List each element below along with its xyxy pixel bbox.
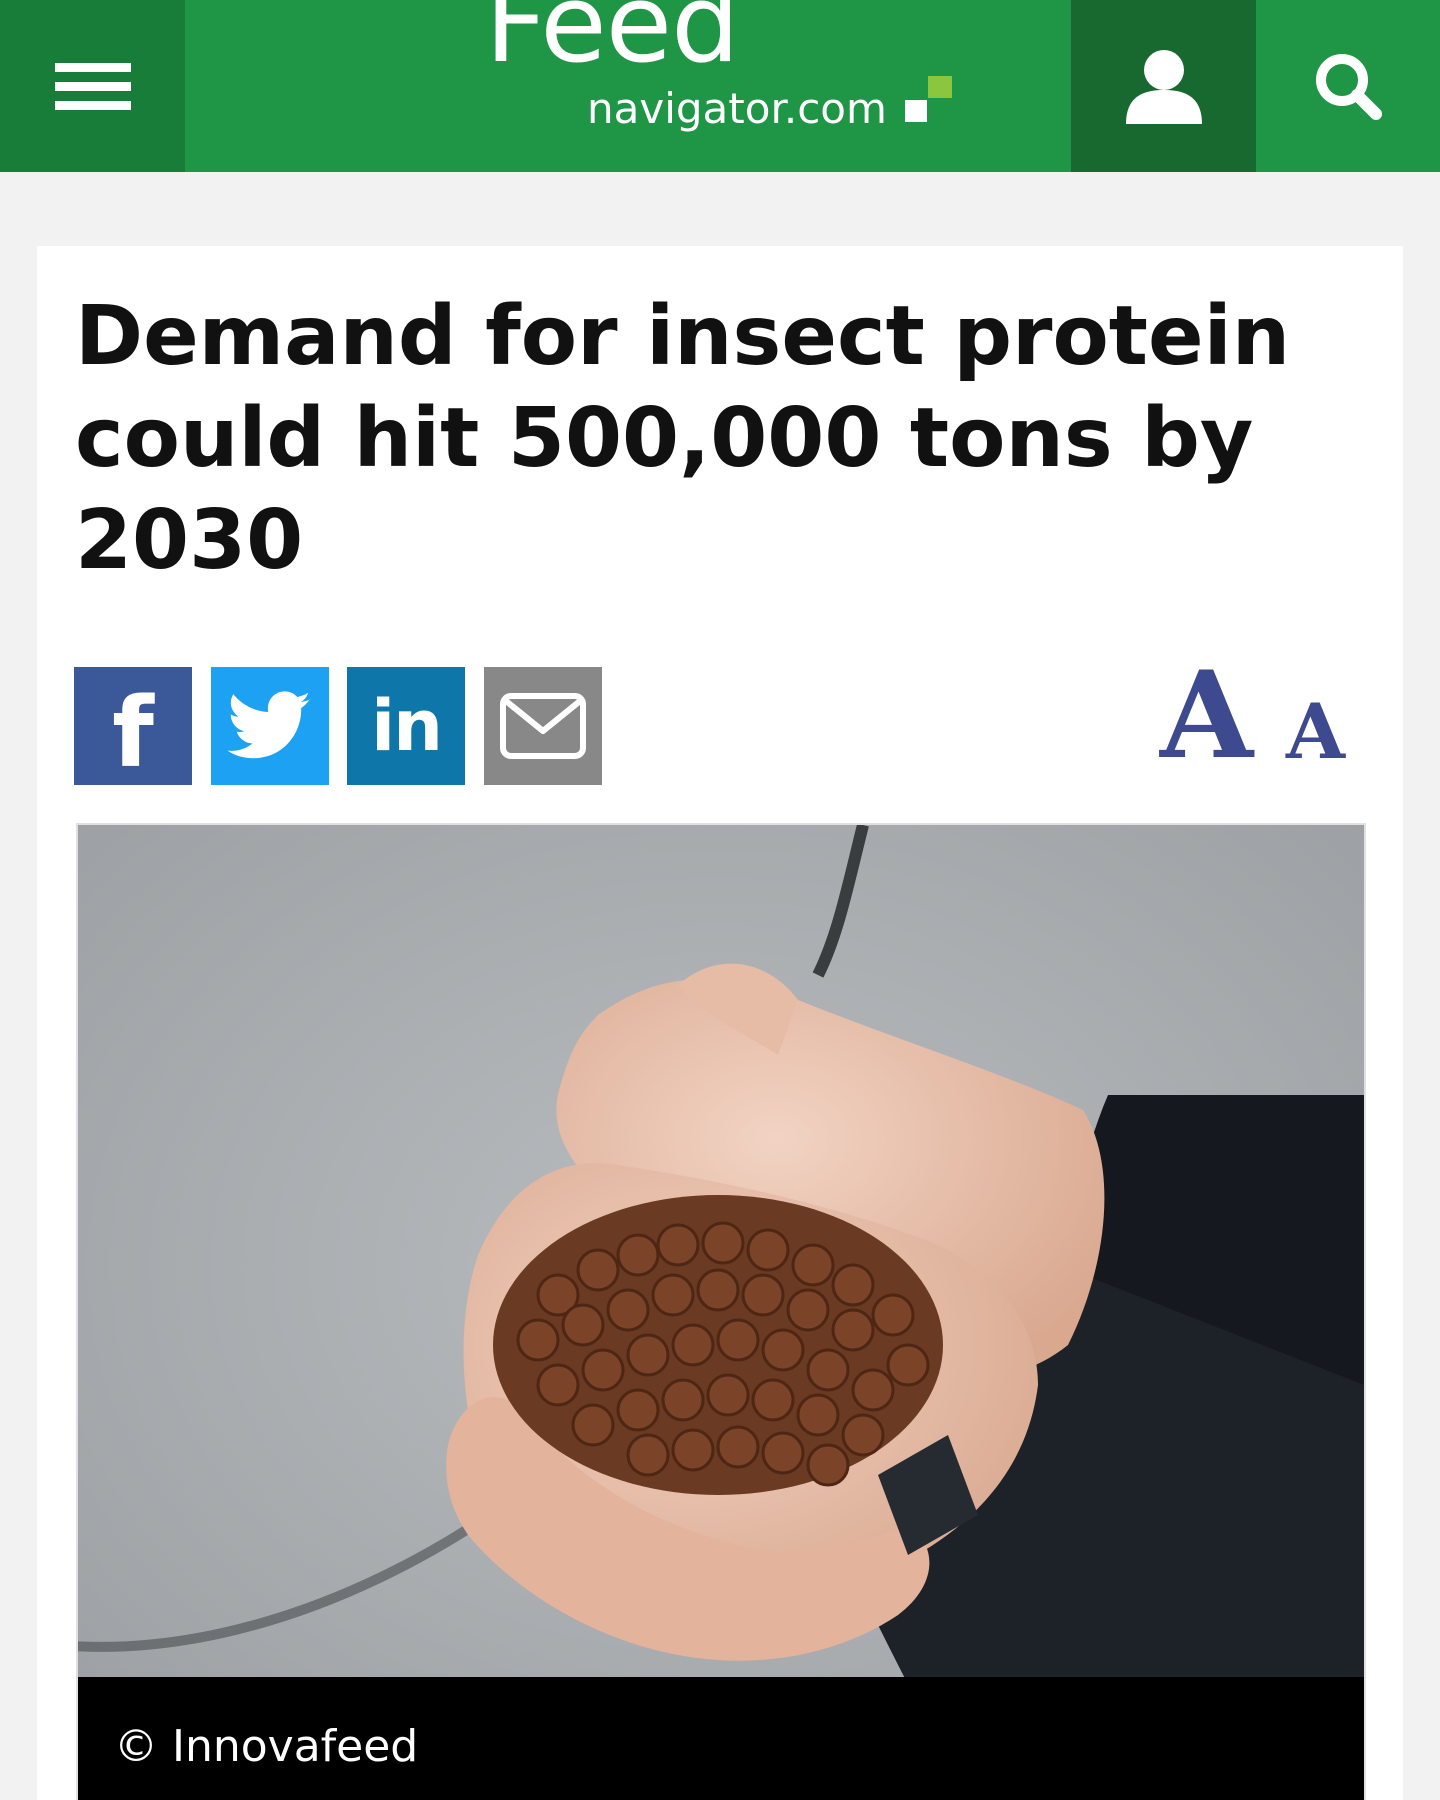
hands-holding-insect-feed-pellets-image bbox=[78, 825, 1364, 1800]
linkedin-icon: in bbox=[371, 685, 443, 767]
menu-button[interactable] bbox=[0, 0, 185, 172]
logo-wordmark-feed: Feed bbox=[485, 0, 740, 87]
increase-font-size-button[interactable]: A bbox=[1160, 656, 1253, 776]
twitter-icon bbox=[228, 691, 311, 759]
site-logo[interactable]: Feed navigator.com bbox=[450, 0, 980, 172]
article-headline: Demand for insect protein could hit 500,… bbox=[75, 289, 1291, 588]
email-icon bbox=[500, 693, 586, 759]
image-credit: © Innovafeed bbox=[114, 1721, 419, 1772]
image-caption: © Innovafeed bbox=[78, 1677, 1364, 1800]
user-icon bbox=[1125, 50, 1202, 124]
search-icon bbox=[1316, 54, 1382, 120]
article-image: © Innovafeed bbox=[76, 823, 1366, 1800]
share-linkedin-button[interactable]: in bbox=[347, 667, 465, 785]
site-header: Feed navigator.com bbox=[0, 0, 1440, 172]
facebook-icon: f bbox=[112, 677, 154, 789]
share-twitter-button[interactable] bbox=[211, 667, 329, 785]
logo-wordmark-domain: navigator.com bbox=[587, 84, 887, 133]
logo-square-white bbox=[905, 100, 927, 122]
share-email-button[interactable] bbox=[484, 667, 602, 785]
share-facebook-button[interactable]: f bbox=[74, 667, 192, 789]
search-button[interactable] bbox=[1256, 0, 1440, 172]
hamburger-menu-icon bbox=[54, 53, 131, 120]
account-button[interactable] bbox=[1071, 0, 1256, 172]
article-card: Demand for insect protein could hit 500,… bbox=[37, 246, 1403, 1800]
decrease-font-size-button[interactable]: A bbox=[1286, 694, 1345, 770]
logo-square-green bbox=[928, 76, 952, 98]
